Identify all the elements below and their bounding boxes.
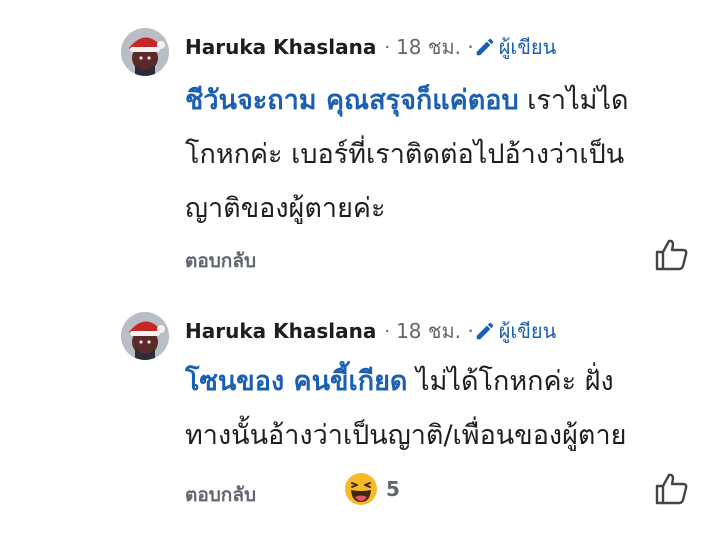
comment-text: โซนของ คนขี้เกียด ไม่ได้โกหกค่ะ ฝั่ง ทาง… xyxy=(185,355,720,463)
comment-text-line3: ญาติของผู้ตายค่ะ xyxy=(185,193,386,224)
avatar[interactable] xyxy=(121,28,169,76)
comment-text-line1: ไม่ได้โกหกค่ะ ฝั่ง xyxy=(407,366,614,397)
separator: · xyxy=(384,36,391,58)
mention-link[interactable]: ชีวันจะถาม คุณสรุจก็แค่ตอบ xyxy=(185,85,519,116)
pencil-icon xyxy=(476,322,493,340)
comment-2: Haruka Khaslana · 18 ชม. · ผู้เขียน โซนข… xyxy=(0,290,720,543)
reply-button[interactable]: ตอบกลับ xyxy=(185,246,256,276)
santa-hat-avatar-icon xyxy=(121,312,169,360)
comment-text-line1: เราไม่ได xyxy=(518,85,629,116)
author-name[interactable]: Haruka Khaslana xyxy=(185,319,376,343)
laughing-emoji-icon xyxy=(345,473,377,505)
comment-text: ชีวันจะถาม คุณสรุจก็แค่ตอบ เราไม่ได โกหก… xyxy=(185,74,720,236)
timestamp[interactable]: 18 ชม. · xyxy=(396,31,474,63)
santa-hat-avatar-icon xyxy=(121,28,169,76)
thumbs-up-icon xyxy=(655,239,688,271)
author-badge: ผู้เขียน xyxy=(474,31,557,63)
comment-text-line2: โกหกค่ะ เบอร์ที่เราติดต่อไปอ้างว่าเป็น xyxy=(185,139,625,170)
author-badge-label: ผู้เขียน xyxy=(498,319,557,343)
reply-button[interactable]: ตอบกลับ xyxy=(185,480,256,510)
comment-1: Haruka Khaslana · 18 ชม. · ผู้เขียน ชีวั… xyxy=(0,0,720,290)
author-name[interactable]: Haruka Khaslana xyxy=(185,35,376,59)
reaction-count: 5 xyxy=(386,477,400,501)
author-badge: ผู้เขียน xyxy=(474,315,557,347)
separator: · xyxy=(384,320,391,342)
comment-header: Haruka Khaslana · 18 ชม. · ผู้เขียน xyxy=(185,316,556,346)
comment-header: Haruka Khaslana · 18 ชม. · ผู้เขียน xyxy=(185,32,556,62)
thumbs-up-icon xyxy=(655,473,688,505)
reaction-summary[interactable]: 5 xyxy=(344,472,400,506)
like-button[interactable] xyxy=(654,472,690,506)
like-button[interactable] xyxy=(654,238,690,272)
comment-text-line2: ทางนั้นอ้างว่าเป็นญาติ/เพื่อนของผู้ตาย xyxy=(185,420,627,451)
author-badge-label: ผู้เขียน xyxy=(498,35,557,59)
timestamp[interactable]: 18 ชม. · xyxy=(396,315,474,347)
avatar[interactable] xyxy=(121,312,169,360)
pencil-icon xyxy=(476,38,493,56)
mention-link[interactable]: โซนของ คนขี้เกียด xyxy=(185,366,407,397)
